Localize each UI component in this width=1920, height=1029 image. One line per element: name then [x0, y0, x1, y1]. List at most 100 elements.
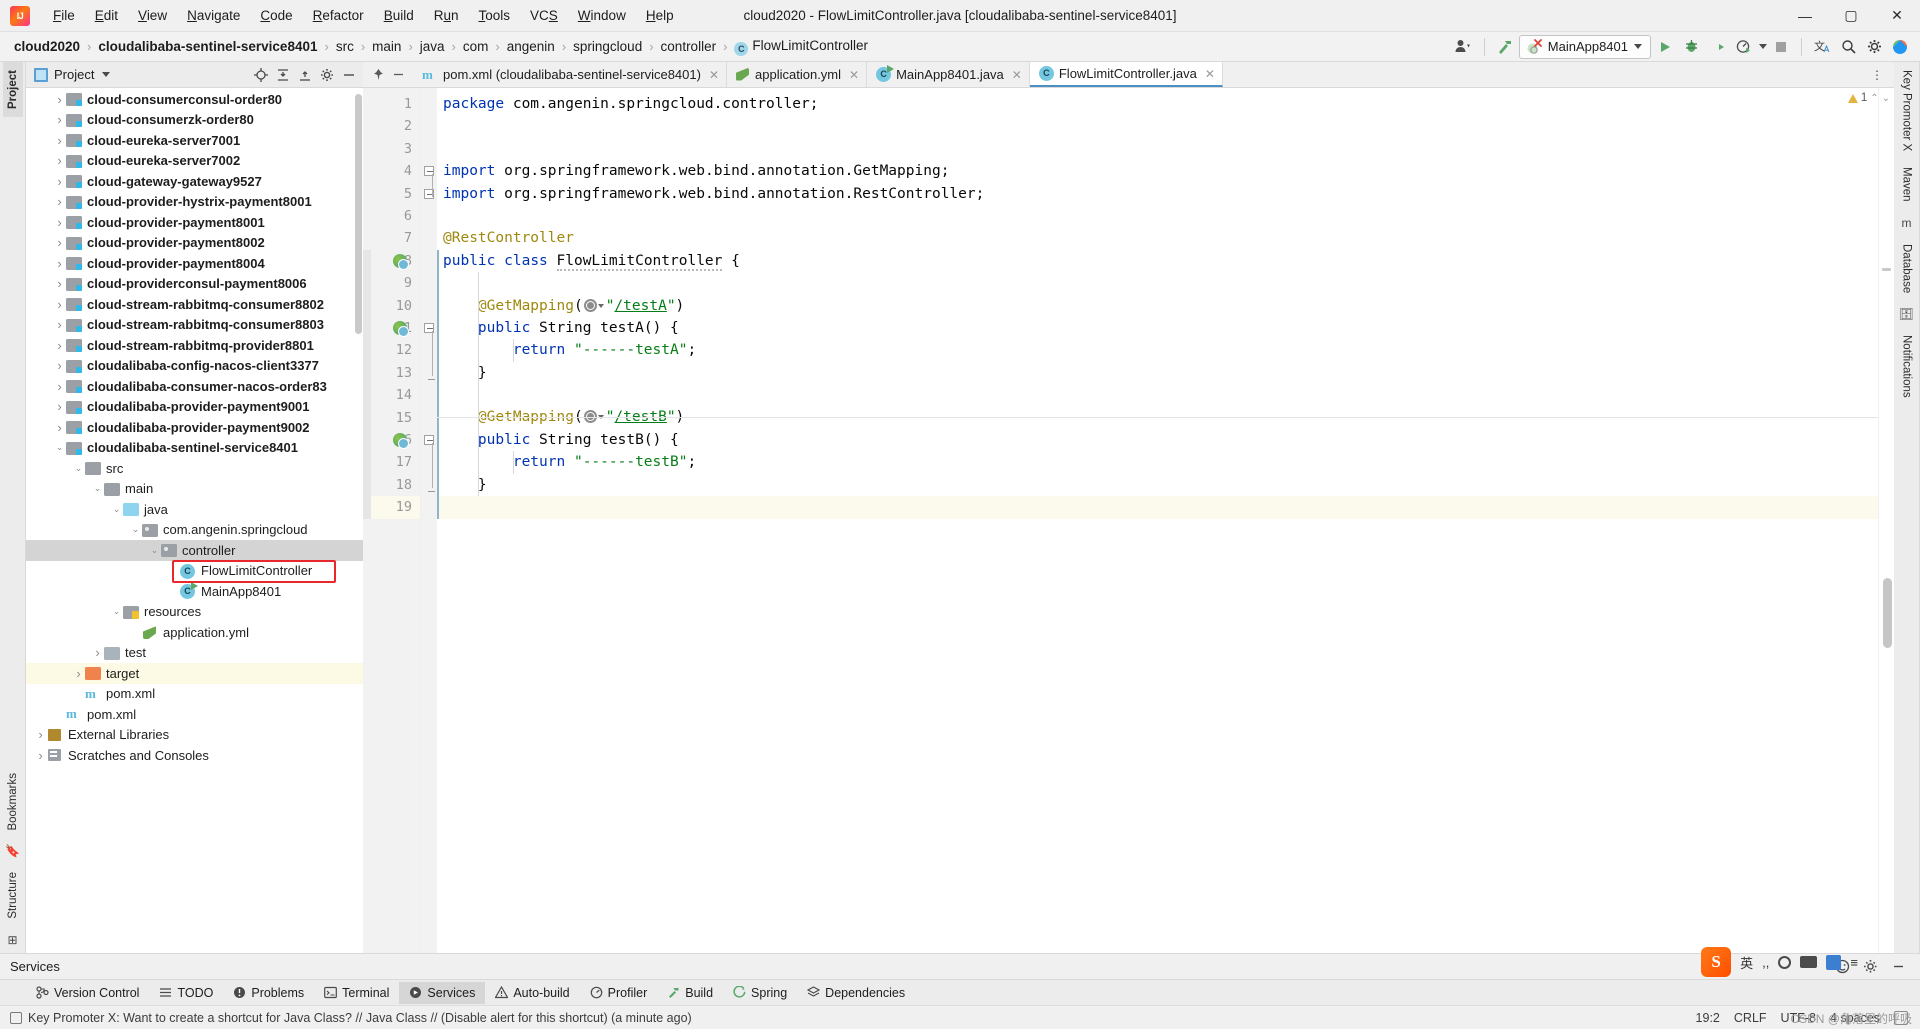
menu-navigate[interactable]: Navigate: [178, 4, 249, 27]
profiler-icon[interactable]: [1731, 35, 1755, 59]
chevron-down-icon[interactable]: ⌄: [110, 504, 123, 515]
editor-gutter[interactable]: 12345678910111213141516171819: [363, 88, 421, 953]
search-everywhere-icon[interactable]: [1836, 35, 1860, 59]
maximize-button[interactable]: ▢: [1828, 0, 1874, 32]
code-line[interactable]: }: [443, 362, 1878, 384]
locate-file-icon[interactable]: [251, 65, 271, 85]
tree-row[interactable]: C FlowLimitController: [26, 561, 363, 582]
chevron-down-icon[interactable]: [102, 72, 111, 77]
code-line[interactable]: return "------testB";: [443, 451, 1878, 473]
breadcrumb-com[interactable]: com: [459, 37, 493, 56]
chevron-down-icon[interactable]: ⌄: [1882, 93, 1890, 104]
menu-run[interactable]: Run: [425, 4, 468, 27]
run-gutter-icon[interactable]: [393, 321, 409, 337]
code-line[interactable]: public String testA() {: [443, 317, 1878, 339]
tree-row[interactable]: ⌄ main: [26, 479, 363, 500]
breadcrumb-main[interactable]: main: [368, 37, 405, 56]
editor-fold-column[interactable]: [421, 88, 437, 953]
chevron-right-icon[interactable]: ›: [53, 92, 66, 107]
breadcrumb-cloud2020[interactable]: cloud2020: [10, 37, 84, 56]
breadcrumb-angenin[interactable]: angenin: [503, 37, 559, 56]
collapse-all-icon[interactable]: [295, 65, 315, 85]
rail-tab-project[interactable]: Project: [2, 62, 23, 117]
code-line[interactable]: return "------testA";: [443, 339, 1878, 361]
chevron-up-icon[interactable]: ⌃: [1870, 93, 1878, 104]
settings-gear-icon[interactable]: [1862, 35, 1886, 59]
code-content[interactable]: package com.angenin.springcloud.controll…: [437, 88, 1878, 953]
editor-tab-pom[interactable]: m pom.xml (cloudalibaba-sentinel-service…: [413, 62, 728, 87]
tree-row[interactable]: C MainApp8401: [26, 581, 363, 602]
sogou-ime-logo-icon[interactable]: S: [1701, 947, 1732, 977]
run-gutter-icon[interactable]: [393, 433, 409, 449]
code-line[interactable]: import org.springframework.web.bind.anno…: [443, 160, 1878, 182]
tree-row[interactable]: › cloud-provider-payment8002: [26, 233, 363, 254]
tool-button-profiler[interactable]: Profiler: [580, 982, 658, 1004]
breadcrumb-controller[interactable]: controller: [657, 37, 721, 56]
translate-icon[interactable]: 文: [1810, 35, 1834, 59]
tree-row[interactable]: › cloudalibaba-consumer-nacos-order83: [26, 376, 363, 397]
menu-build[interactable]: Build: [375, 4, 423, 27]
tree-row[interactable]: ⌄ resources: [26, 602, 363, 623]
chevron-right-icon[interactable]: ›: [53, 420, 66, 435]
tree-row[interactable]: › cloud-provider-payment8004: [26, 253, 363, 274]
project-settings-icon[interactable]: [317, 65, 337, 85]
tree-row[interactable]: › cloudalibaba-provider-payment9001: [26, 397, 363, 418]
tree-row[interactable]: › target: [26, 663, 363, 684]
run-gutter-icon[interactable]: [393, 253, 409, 270]
code-line[interactable]: public String testB() {: [443, 429, 1878, 451]
ime-mode-label[interactable]: 英: [1740, 953, 1753, 972]
close-tab-icon[interactable]: ✕: [1205, 67, 1215, 81]
menu-vcs[interactable]: VCS: [521, 4, 567, 27]
chevron-right-icon[interactable]: ›: [53, 133, 66, 148]
chevron-right-icon[interactable]: ›: [53, 297, 66, 312]
chevron-right-icon[interactable]: ›: [91, 645, 104, 660]
chevron-right-icon[interactable]: ›: [34, 748, 47, 763]
menu-window[interactable]: Window: [569, 4, 635, 27]
menu-code[interactable]: Code: [251, 4, 301, 27]
stop-icon[interactable]: [1769, 35, 1793, 59]
close-tab-icon[interactable]: ✕: [1012, 68, 1022, 82]
editor-tab-flowlimitcontroller[interactable]: C FlowLimitController.java ✕: [1029, 62, 1223, 87]
debug-icon[interactable]: [1679, 35, 1703, 59]
tree-row[interactable]: ⌄ controller: [26, 540, 363, 561]
tool-button-spring[interactable]: Spring: [723, 982, 797, 1004]
run-icon[interactable]: [1653, 35, 1677, 59]
tool-button-todo[interactable]: TODO: [149, 982, 223, 1004]
chevron-right-icon[interactable]: ›: [53, 317, 66, 332]
editor-scrollbar-thumb[interactable]: [1883, 578, 1892, 648]
code-line[interactable]: @RestController: [443, 227, 1878, 249]
rail-tab-database[interactable]: Database: [1897, 236, 1917, 301]
code-line[interactable]: @GetMapping("/testA"): [443, 295, 1878, 317]
minimize-button[interactable]: —: [1782, 0, 1828, 32]
tree-row[interactable]: › cloud-eureka-server7002: [26, 151, 363, 172]
tool-button-auto-build[interactable]: Auto-build: [485, 982, 579, 1004]
hide-editor-icon[interactable]: [389, 66, 407, 84]
tree-row[interactable]: › cloud-stream-rabbitmq-consumer8803: [26, 315, 363, 336]
tree-row[interactable]: › cloud-stream-rabbitmq-provider8801: [26, 335, 363, 356]
line-separator[interactable]: CRLF: [1734, 1011, 1767, 1025]
menu-help[interactable]: Help: [637, 4, 683, 27]
breadcrumb-class[interactable]: C FlowLimitController: [730, 36, 872, 58]
tree-row[interactable]: › test: [26, 643, 363, 664]
chevron-down-icon[interactable]: ⌄: [53, 442, 66, 453]
chevron-right-icon[interactable]: ›: [53, 379, 66, 394]
tree-row[interactable]: › cloud-consumerzk-order80: [26, 110, 363, 131]
ime-toolbox-icon[interactable]: [1826, 954, 1842, 970]
tree-row[interactable]: › cloud-providerconsul-payment8006: [26, 274, 363, 295]
tool-button-build[interactable]: Build: [657, 982, 723, 1004]
ime-microphone-icon[interactable]: [1778, 955, 1792, 969]
ime-keyboard-icon[interactable]: [1800, 956, 1818, 968]
tree-row[interactable]: ⌄ com.angenin.springcloud: [26, 520, 363, 541]
code-editor[interactable]: 12345678910111213141516171819 package co…: [363, 88, 1894, 953]
chevron-down-icon[interactable]: ⌄: [110, 606, 123, 617]
code-line[interactable]: [443, 138, 1878, 160]
rail-tab-maven[interactable]: Maven: [1897, 159, 1917, 210]
services-settings-icon[interactable]: [1858, 955, 1882, 979]
tree-row[interactable]: ⌄ src: [26, 458, 363, 479]
chevron-right-icon[interactable]: ›: [53, 112, 66, 127]
tool-button-version-control[interactable]: Version Control: [26, 982, 149, 1004]
chevron-right-icon[interactable]: ›: [53, 256, 66, 271]
rail-tab-key-promoter[interactable]: Key Promoter X: [1897, 62, 1917, 159]
tree-row[interactable]: ⌄ java: [26, 499, 363, 520]
chevron-down-icon[interactable]: ⌄: [148, 545, 161, 556]
